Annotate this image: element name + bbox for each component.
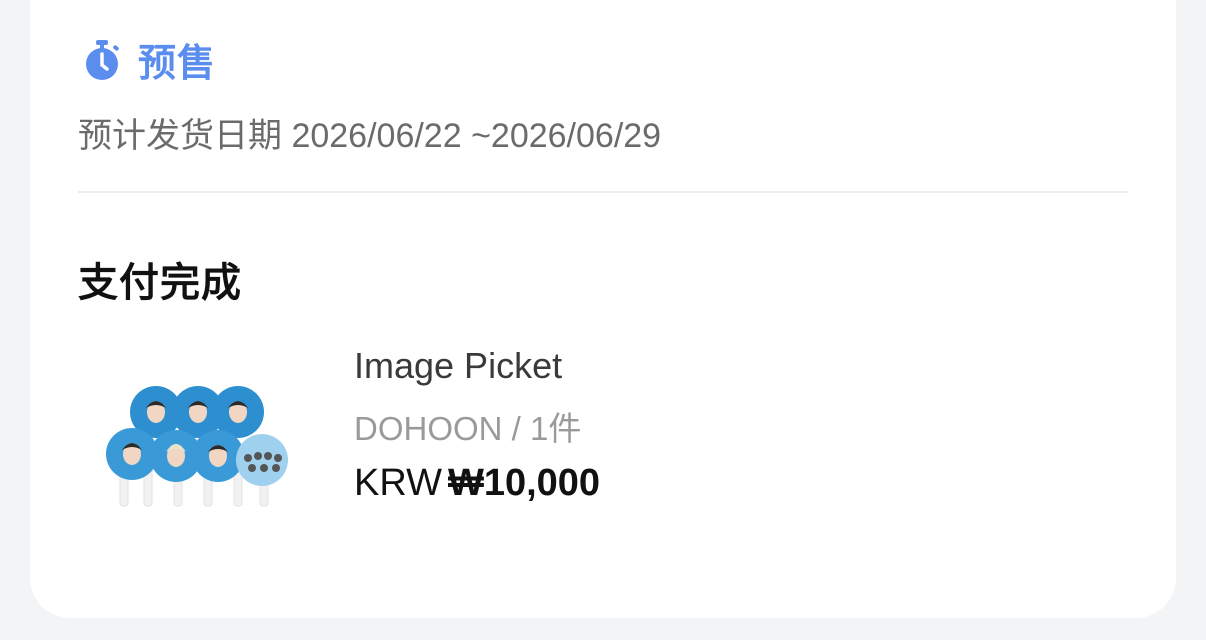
presale-header: 预售 — [80, 32, 216, 87]
product-price: KRW ₩10,000 — [354, 462, 600, 505]
option-separator: / — [511, 410, 521, 447]
stopwatch-icon — [86, 39, 119, 80]
shipping-date-range: 2026/06/22 ~2026/06/29 — [291, 117, 662, 155]
shipping-label: 预计发货日期 — [78, 117, 282, 155]
price-amount: ₩10,000 — [447, 462, 601, 504]
order-card — [30, 0, 1176, 618]
order-status-title: 支付完成 — [78, 261, 242, 305]
presale-label: 预售 — [138, 43, 217, 85]
product-option: DOHOON / 1件 — [354, 402, 581, 450]
product-thumbnail[interactable] — [100, 382, 296, 512]
product-option-name: DOHOON — [354, 410, 503, 447]
divider — [78, 191, 1128, 193]
product-name[interactable]: Image Picket — [354, 345, 562, 387]
estimated-shipping: 预计发货日期 2026/06/22 ~2026/06/29 — [78, 108, 661, 157]
price-currency: KRW — [354, 462, 442, 504]
product-quantity: 1件 — [530, 410, 582, 447]
